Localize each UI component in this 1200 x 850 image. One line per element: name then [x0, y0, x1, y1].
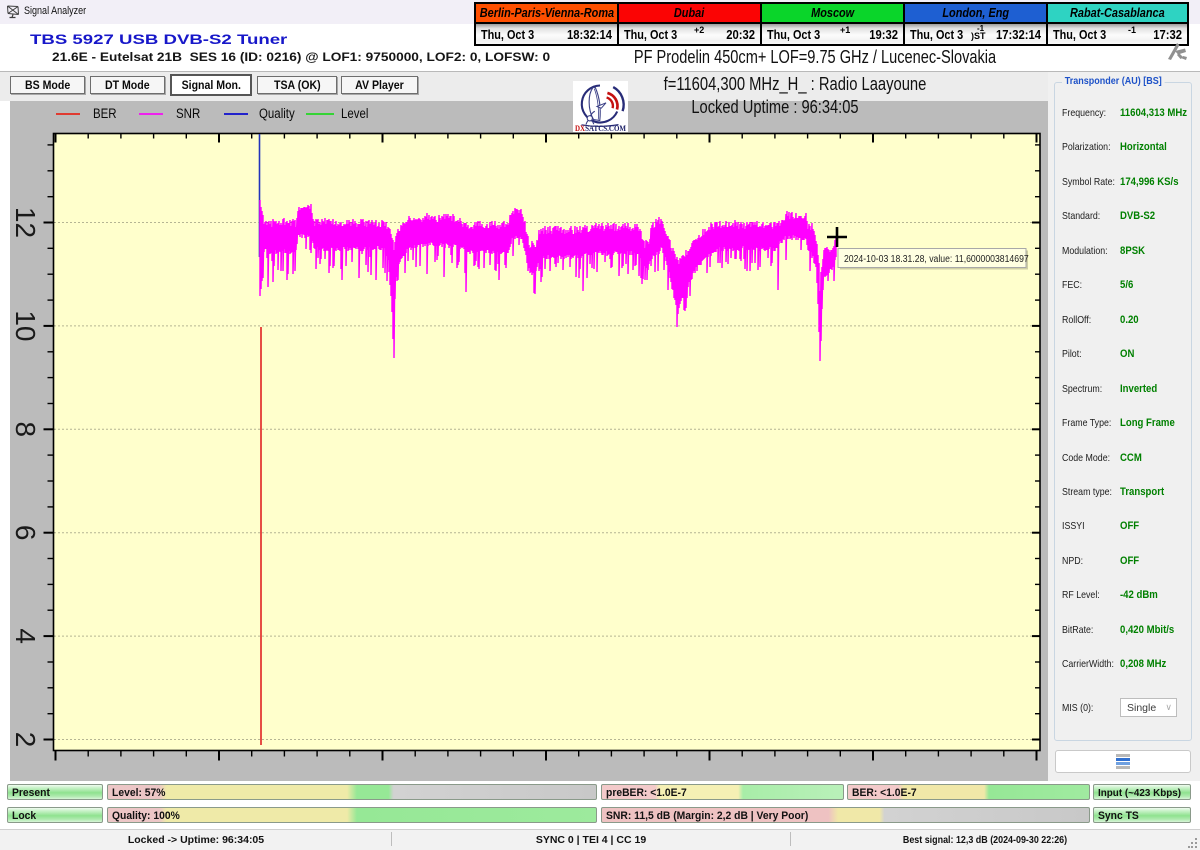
svg-text:12: 12: [10, 207, 41, 238]
svg-text:10: 10: [10, 310, 41, 341]
svg-text:6: 6: [10, 525, 41, 541]
svg-text:8: 8: [10, 422, 41, 438]
svg-text:2024-10-03 18.31.28, value: 11: 2024-10-03 18.31.28, value: 11,600000381…: [844, 253, 1029, 265]
svg-text:DXSATCS.COM: DXSATCS.COM: [575, 124, 626, 132]
svg-text:4: 4: [10, 628, 41, 644]
svg-text:2: 2: [10, 732, 41, 748]
